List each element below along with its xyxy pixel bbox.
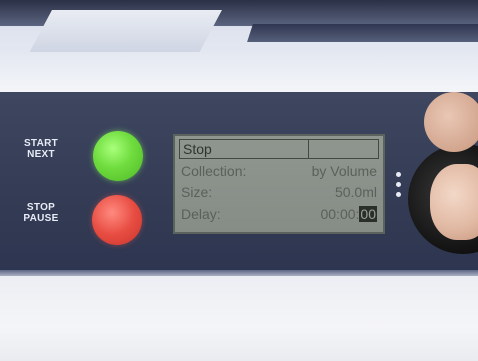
lcd-row-collection: Collection: by Volume [181,163,381,181]
lcd-row-value: by Volume [311,163,377,179]
lcd-edit-cursor: 00 [359,206,377,222]
lcd-status-text: Stop [183,141,212,157]
stop-pause-label: STOP PAUSE [14,202,68,224]
stop-label-line: STOP [26,202,56,213]
start-next-button[interactable] [93,131,143,181]
dot [396,172,401,177]
device-photo: START NEXT STOP PAUSE Stop Collection: b… [0,0,478,361]
dot [396,192,401,197]
casing-slanted-panel [28,10,222,55]
lcd-row-size: Size: 50.0ml [181,184,381,202]
stop-pause-button[interactable] [92,195,142,245]
lcd-status-divider [308,140,309,158]
device-bottom-casing [0,276,478,361]
lcd-row-delay: Delay: 00:00:00 [181,206,381,224]
lcd-status-bar: Stop [179,139,379,159]
control-panel: START NEXT STOP PAUSE Stop Collection: b… [0,92,478,270]
lcd-row-key: Delay: [181,206,221,222]
vertical-dots-icon [396,172,402,202]
lcd-display: Stop Collection: by Volume Size: 50.0ml … [173,134,385,234]
lcd-row-key: Collection: [181,163,247,179]
casing-rim [0,52,478,92]
next-label-line: NEXT [27,149,55,160]
start-next-label: START NEXT [14,138,68,160]
pause-label-line: PAUSE [23,213,59,224]
lcd-row-value: 00:00:00 [320,206,377,222]
hand-finger [424,92,478,152]
device-top-casing [0,0,478,92]
lcd-row-value: 50.0ml [334,184,377,200]
lcd-row-key: Size: [181,184,213,200]
casing-dark-slot [247,24,478,42]
hand-thumb [430,164,478,240]
dot [396,182,401,187]
start-label-line: START [23,138,59,149]
lcd-delay-value: 00:00: [320,206,360,222]
